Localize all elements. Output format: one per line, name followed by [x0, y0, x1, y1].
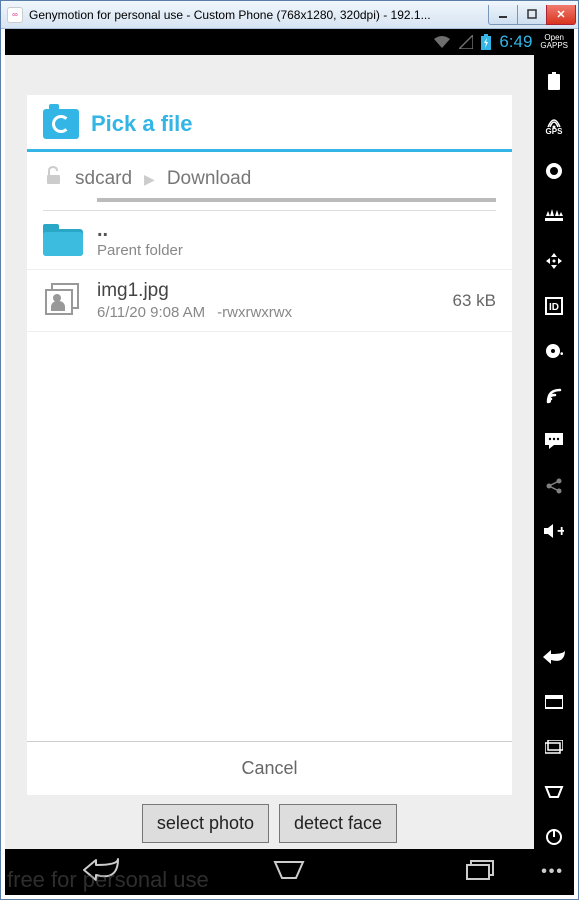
- breadcrumb-root: sdcard: [75, 168, 132, 190]
- signal-icon: [459, 35, 473, 49]
- battery-charging-icon: [481, 34, 491, 50]
- opengapps-label: OpenGAPPS: [540, 34, 568, 50]
- breadcrumb[interactable]: sdcard ▶ Download: [27, 152, 512, 198]
- nav-more-icon[interactable]: •••: [541, 863, 564, 881]
- remote-widget-icon[interactable]: [542, 249, 566, 273]
- statusbar-clock: 6:49: [499, 32, 532, 52]
- nav-home-icon[interactable]: [269, 858, 309, 887]
- android-statusbar: 6:49 OpenGAPPS: [5, 29, 574, 55]
- image-file-icon: [43, 283, 83, 319]
- window-minimize-button[interactable]: [488, 5, 518, 25]
- app-icon: [43, 109, 79, 139]
- select-photo-button[interactable]: select photo: [142, 804, 269, 843]
- file-row[interactable]: img1.jpg 6/11/20 9:08 AM -rwxrwxrwx 63 kB: [27, 270, 512, 332]
- network-widget-icon[interactable]: [542, 384, 566, 408]
- window-title: Genymotion for personal use - Custom Pho…: [29, 8, 489, 22]
- camera-widget-icon[interactable]: [542, 159, 566, 183]
- share-widget-icon[interactable]: [542, 474, 566, 498]
- sms-widget-icon[interactable]: [542, 429, 566, 453]
- device-frame: 6:49 OpenGAPPS GPS ID • + select photo: [5, 29, 574, 895]
- genymotion-sidebar: GPS ID • +: [534, 55, 574, 849]
- window-titlebar: ∞ Genymotion for personal use - Custom P…: [1, 1, 578, 29]
- folder-icon: [43, 224, 83, 256]
- identifier-widget-icon[interactable]: ID: [542, 294, 566, 318]
- file-name: img1.jpg: [97, 280, 439, 302]
- svg-text:+: +: [557, 523, 564, 540]
- cancel-button[interactable]: Cancel: [27, 741, 512, 795]
- parent-sub: Parent folder: [97, 242, 496, 259]
- back-widget-icon[interactable]: [542, 645, 566, 669]
- disk-widget-icon[interactable]: •: [542, 339, 566, 363]
- android-navbar: •••: [5, 849, 574, 895]
- capture-widget-icon[interactable]: [542, 204, 566, 228]
- breadcrumb-current: Download: [167, 168, 252, 190]
- parent-name: ..: [97, 219, 108, 241]
- power-widget-icon[interactable]: [542, 825, 566, 849]
- app-window: ∞ Genymotion for personal use - Custom P…: [0, 0, 579, 900]
- volume-widget-icon[interactable]: +: [542, 519, 566, 543]
- device-screen: select photo detect face Pick a file sdc…: [5, 55, 534, 849]
- file-list: .. Parent folder img1.jpg 6/11/20 9:08 A…: [27, 211, 512, 741]
- dialog-title: Pick a file: [91, 111, 193, 137]
- window-maximize-button[interactable]: [517, 5, 547, 25]
- parent-folder-row[interactable]: .. Parent folder: [27, 211, 512, 270]
- multiwindow-widget-icon[interactable]: [542, 735, 566, 759]
- nav-recent-icon[interactable]: [459, 858, 499, 887]
- gps-widget-icon[interactable]: GPS: [542, 114, 566, 138]
- svg-text:ID: ID: [549, 302, 559, 313]
- nav-back-icon[interactable]: [80, 858, 120, 887]
- home-widget-icon[interactable]: [542, 780, 566, 804]
- file-picker-dialog: Pick a file sdcard ▶ Download .. Parent: [27, 95, 512, 795]
- chevron-right-icon: ▶: [144, 171, 155, 188]
- battery-widget-icon[interactable]: [542, 69, 566, 93]
- wifi-icon: [433, 35, 451, 49]
- genymotion-icon: ∞: [7, 7, 23, 23]
- detect-face-button[interactable]: detect face: [279, 804, 397, 843]
- recent-widget-icon[interactable]: [542, 690, 566, 714]
- file-size: 63 kB: [453, 291, 496, 311]
- window-close-button[interactable]: ✕: [546, 5, 576, 25]
- unlock-icon: [43, 166, 63, 192]
- file-date: 6/11/20 9:08 AM: [97, 304, 205, 321]
- file-perm: -rwxrwxrwx: [217, 304, 292, 321]
- svg-text:•: •: [560, 349, 563, 360]
